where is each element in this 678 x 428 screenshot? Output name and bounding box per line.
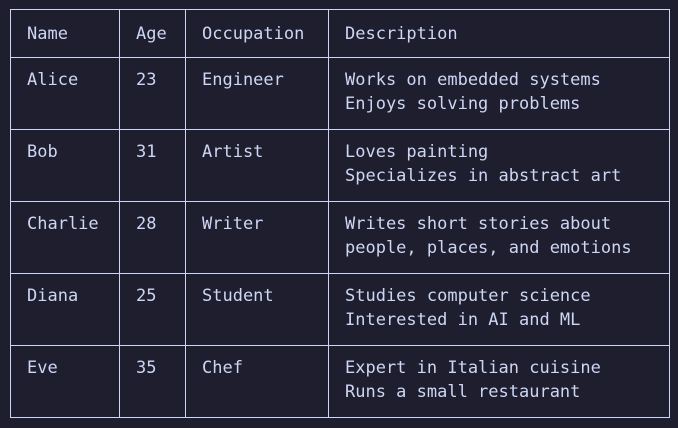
description-line: Expert in Italian cuisine xyxy=(345,358,601,378)
header-description: Description xyxy=(328,9,670,58)
cell-description: Loves painting Specializes in abstract a… xyxy=(328,129,670,202)
cell-age: 35 xyxy=(119,345,186,418)
cell-name: Alice xyxy=(10,57,120,130)
description-line: Enjoys solving problems xyxy=(345,94,581,114)
cell-occupation: Chef xyxy=(185,345,329,418)
table-row: Alice 23 Engineer Works on embedded syst… xyxy=(10,57,670,130)
cell-description: Writes short stories about people, place… xyxy=(328,201,670,274)
description-line: Runs a small restaurant xyxy=(345,382,581,402)
cell-description: Expert in Italian cuisine Runs a small r… xyxy=(328,345,670,418)
cell-name: Bob xyxy=(10,129,120,202)
cell-age: 25 xyxy=(119,273,186,346)
table-row: Charlie 28 Writer Writes short stories a… xyxy=(10,201,670,274)
cell-name: Eve xyxy=(10,345,120,418)
header-age: Age xyxy=(119,9,186,58)
cell-occupation: Artist xyxy=(185,129,329,202)
people-table: Name Age Occupation Description Alice 23… xyxy=(10,9,670,418)
description-line: people, places, and emotions xyxy=(345,238,632,258)
cell-occupation: Engineer xyxy=(185,57,329,130)
cell-description: Studies computer science Interested in A… xyxy=(328,273,670,346)
cell-age: 31 xyxy=(119,129,186,202)
description-line: Interested in AI and ML xyxy=(345,310,581,330)
table-row: Eve 35 Chef Expert in Italian cuisine Ru… xyxy=(10,345,670,418)
header-occupation: Occupation xyxy=(185,9,329,58)
terminal-window: Name Age Occupation Description Alice 23… xyxy=(0,0,678,428)
table-header-row: Name Age Occupation Description xyxy=(10,9,670,58)
header-name: Name xyxy=(10,9,120,58)
cell-occupation: Student xyxy=(185,273,329,346)
cell-age: 23 xyxy=(119,57,186,130)
table-row: Bob 31 Artist Loves painting Specializes… xyxy=(10,129,670,202)
description-line: Writes short stories about xyxy=(345,214,612,234)
cell-occupation: Writer xyxy=(185,201,329,274)
cell-name: Charlie xyxy=(10,201,120,274)
description-line: Specializes in abstract art xyxy=(345,166,622,186)
cell-description: Works on embedded systems Enjoys solving… xyxy=(328,57,670,130)
description-line: Studies computer science xyxy=(345,286,591,306)
table-row: Diana 25 Student Studies computer scienc… xyxy=(10,273,670,346)
cell-name: Diana xyxy=(10,273,120,346)
description-line: Works on embedded systems xyxy=(345,70,601,90)
description-line: Loves painting xyxy=(345,142,489,162)
cell-age: 28 xyxy=(119,201,186,274)
